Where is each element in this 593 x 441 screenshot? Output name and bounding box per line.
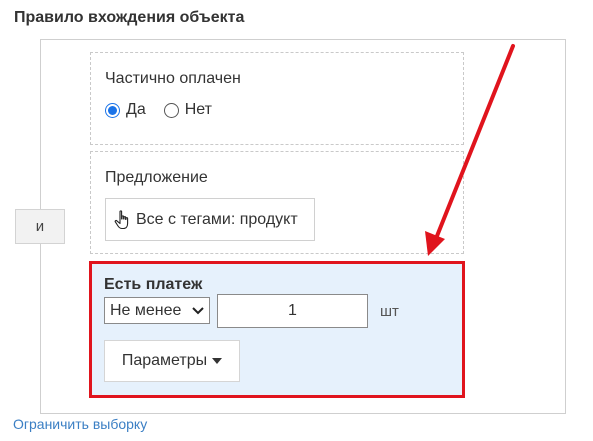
caret-down-icon [212,358,223,364]
payment-title: Есть платеж [104,276,203,293]
radio-label: Да [126,101,146,118]
condition-label: Частично оплачен [105,70,241,87]
radio-option-yes[interactable]: Да [105,101,146,119]
and-operator-button[interactable]: и [15,209,65,244]
condition-payment-highlighted: Есть платеж Не менее 1 шт Параметры [89,261,465,398]
radio-group: Да Нет [105,101,230,119]
quantity-input[interactable]: 1 [217,294,368,328]
offer-selector-button[interactable]: Все с тегами: продукт [105,198,315,241]
radio-unchecked-icon[interactable] [163,102,179,118]
limit-selection-link[interactable]: Ограничить выборку [13,416,147,432]
radio-label: Нет [184,101,212,118]
condition-label: Предложение [105,169,208,186]
comparator-value: Не менее [110,301,182,319]
comparator-select[interactable]: Не менее [104,297,210,324]
radio-checked-icon[interactable] [105,102,120,118]
parameters-dropdown-button[interactable]: Параметры [104,340,240,382]
section-title: Правило вхождения объекта [14,9,245,26]
hand-pointer-icon [114,209,129,229]
condition-offer: Предложение Все с тегами: продукт [90,151,464,254]
radio-option-no[interactable]: Нет [163,101,212,119]
unit-label: шт [380,303,399,320]
condition-partial-paid: Частично оплачен Да Нет [90,52,464,145]
parameters-label: Параметры [121,352,208,369]
chevron-down-icon [192,307,204,315]
offer-button-label: Все с тегами: продукт [136,210,298,228]
